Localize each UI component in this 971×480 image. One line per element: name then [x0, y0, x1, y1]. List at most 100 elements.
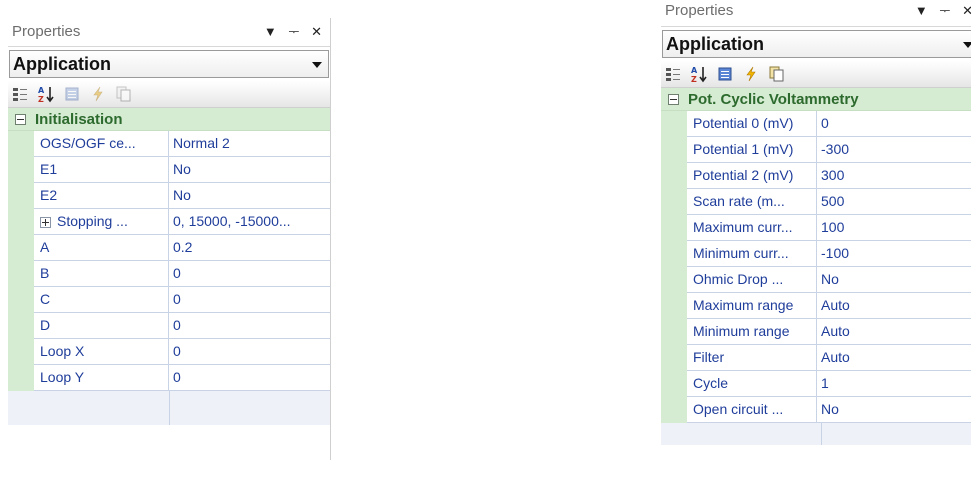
description-area — [661, 423, 971, 445]
alphabetical-sort-icon[interactable]: AZ — [37, 85, 55, 103]
svg-text:A: A — [691, 66, 698, 75]
properties-panel-left: Properties ▼ ᅮ ✕ Application AZ Initiali… — [8, 18, 331, 460]
property-value[interactable]: 500 — [817, 189, 971, 215]
property-value[interactable]: 0 — [169, 339, 330, 365]
property-row[interactable]: OGS/OGF ce... Normal 2 — [8, 131, 330, 157]
categorized-icon[interactable] — [11, 85, 29, 103]
property-value[interactable]: 1 — [817, 371, 971, 397]
property-name[interactable]: Minimum curr... — [687, 241, 817, 267]
property-row[interactable]: E2 No — [8, 183, 330, 209]
property-name[interactable]: Ohmic Drop ... — [687, 267, 817, 293]
property-value[interactable]: 0 — [169, 261, 330, 287]
panel-title: Properties — [665, 2, 734, 19]
property-value[interactable]: 0 — [169, 287, 330, 313]
property-row[interactable]: C 0 — [8, 287, 330, 313]
property-value[interactable]: 0 — [817, 111, 971, 137]
property-value[interactable]: 0 — [169, 365, 330, 391]
close-icon[interactable]: ✕ — [311, 18, 322, 46]
property-row[interactable]: Scan rate (m... 500 — [661, 189, 971, 215]
chevron-down-icon[interactable] — [963, 42, 971, 48]
chevron-down-icon[interactable] — [312, 62, 322, 68]
property-value[interactable]: 0.2 — [169, 235, 330, 261]
copy-icon[interactable] — [768, 65, 786, 83]
property-value[interactable]: No — [817, 397, 971, 423]
property-pages-icon[interactable] — [63, 85, 81, 103]
property-name[interactable]: Maximum curr... — [687, 215, 817, 241]
categorized-icon[interactable] — [664, 65, 682, 83]
property-row[interactable]: Loop X 0 — [8, 339, 330, 365]
property-row[interactable]: Loop Y 0 — [8, 365, 330, 391]
property-name[interactable]: E1 — [34, 157, 169, 183]
property-value[interactable]: No — [817, 267, 971, 293]
events-icon[interactable] — [89, 85, 107, 103]
property-name[interactable]: Filter — [687, 345, 817, 371]
copy-icon[interactable] — [115, 85, 133, 103]
property-name[interactable]: Loop Y — [34, 365, 169, 391]
dropdown-icon[interactable]: ▼ — [915, 0, 928, 22]
property-name[interactable]: Potential 2 (mV) — [687, 163, 817, 189]
property-row[interactable]: Maximum range Auto — [661, 293, 971, 319]
property-value[interactable]: 0 — [169, 313, 330, 339]
property-value[interactable]: Auto — [817, 319, 971, 345]
property-value[interactable]: 300 — [817, 163, 971, 189]
property-row[interactable]: Ohmic Drop ... No — [661, 267, 971, 293]
property-name[interactable]: Maximum range — [687, 293, 817, 319]
property-name-expandable[interactable]: Stopping ... — [34, 209, 169, 235]
properties-toolbar: AZ — [661, 61, 971, 88]
property-name[interactable]: B — [34, 261, 169, 287]
property-name[interactable]: Potential 0 (mV) — [687, 111, 817, 137]
property-row[interactable]: Potential 0 (mV) 0 — [661, 111, 971, 137]
property-row[interactable]: A 0.2 — [8, 235, 330, 261]
object-selector-combo[interactable]: Application — [9, 50, 329, 78]
property-row[interactable]: Cycle 1 — [661, 371, 971, 397]
pin-icon[interactable]: ᅮ — [288, 18, 299, 46]
property-value[interactable]: Auto — [817, 345, 971, 371]
category-row[interactable]: Pot. Cyclic Voltammetry — [661, 88, 971, 111]
property-row[interactable]: Potential 1 (mV) -300 — [661, 137, 971, 163]
properties-panel-right: Properties ▼ ᅮ ✕ Application AZ Pot. Cyc… — [661, 0, 971, 480]
property-name[interactable]: D — [34, 313, 169, 339]
property-row[interactable]: D 0 — [8, 313, 330, 339]
property-value[interactable]: -300 — [817, 137, 971, 163]
collapse-icon[interactable] — [668, 93, 679, 105]
category-label: Pot. Cyclic Voltammetry — [688, 90, 859, 108]
property-row[interactable]: Minimum curr... -100 — [661, 241, 971, 267]
property-row[interactable]: E1 No — [8, 157, 330, 183]
property-value[interactable]: Normal 2 — [169, 131, 330, 157]
description-area — [8, 391, 330, 425]
property-row[interactable]: Stopping ... 0, 15000, -15000... — [8, 209, 330, 235]
events-icon[interactable] — [742, 65, 760, 83]
property-name[interactable]: E2 — [34, 183, 169, 209]
property-value[interactable]: -100 — [817, 241, 971, 267]
property-row[interactable]: Potential 2 (mV) 300 — [661, 163, 971, 189]
expand-icon[interactable] — [40, 216, 51, 228]
collapse-icon[interactable] — [15, 113, 26, 125]
property-pages-icon[interactable] — [716, 65, 734, 83]
property-name[interactable]: C — [34, 287, 169, 313]
property-name[interactable]: Scan rate (m... — [687, 189, 817, 215]
property-name[interactable]: OGS/OGF ce... — [34, 131, 169, 157]
property-value[interactable]: No — [169, 183, 330, 209]
pin-icon[interactable]: ᅮ — [939, 0, 950, 22]
property-row[interactable]: Minimum range Auto — [661, 319, 971, 345]
dropdown-icon[interactable]: ▼ — [264, 18, 277, 46]
property-name[interactable]: Potential 1 (mV) — [687, 137, 817, 163]
property-value[interactable]: Auto — [817, 293, 971, 319]
property-row[interactable]: B 0 — [8, 261, 330, 287]
property-value[interactable]: 0, 15000, -15000... — [169, 209, 330, 235]
property-name[interactable]: Open circuit ... — [687, 397, 817, 423]
property-name[interactable]: Cycle — [687, 371, 817, 397]
property-name[interactable]: Minimum range — [687, 319, 817, 345]
property-value[interactable]: No — [169, 157, 330, 183]
close-icon[interactable]: ✕ — [962, 0, 971, 22]
property-row[interactable]: Filter Auto — [661, 345, 971, 371]
property-row[interactable]: Maximum curr... 100 — [661, 215, 971, 241]
property-name[interactable]: Loop X — [34, 339, 169, 365]
property-name[interactable]: A — [34, 235, 169, 261]
panel-title: Properties — [12, 23, 81, 40]
object-selector-combo[interactable]: Application — [662, 30, 971, 58]
property-row[interactable]: Open circuit ... No — [661, 397, 971, 423]
category-row[interactable]: Initialisation — [8, 108, 330, 131]
property-value[interactable]: 100 — [817, 215, 971, 241]
alphabetical-sort-icon[interactable]: AZ — [690, 65, 708, 83]
